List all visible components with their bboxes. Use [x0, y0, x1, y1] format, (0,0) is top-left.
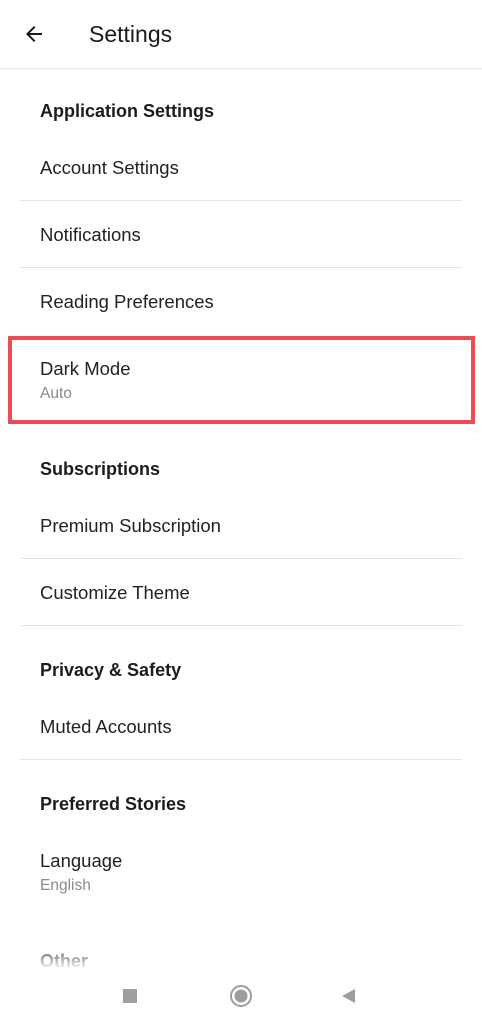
divider	[20, 625, 462, 626]
account-settings-label: Account Settings	[40, 157, 179, 178]
section-header-subscriptions: Subscriptions	[40, 459, 161, 479]
premium-subscription-item[interactable]: Premium Subscription	[20, 506, 462, 558]
system-nav-bar	[0, 968, 482, 1024]
page-title: Settings	[89, 21, 173, 47]
muted-accounts-label: Muted Accounts	[40, 716, 172, 737]
notifications-item[interactable]: Notifications	[20, 215, 462, 267]
dark-mode-value: Auto	[40, 385, 72, 402]
square-icon	[123, 989, 137, 1003]
reading-preferences-label: Reading Preferences	[40, 291, 214, 312]
section-header-application: Application Settings	[40, 101, 215, 121]
language-label: Language	[40, 850, 123, 871]
customize-theme-item[interactable]: Customize Theme	[20, 573, 462, 625]
muted-accounts-item[interactable]: Muted Accounts	[20, 707, 462, 759]
notifications-label: Notifications	[40, 224, 141, 245]
language-value: English	[40, 877, 91, 894]
divider	[20, 200, 462, 201]
language-item[interactable]: Language English	[20, 838, 462, 904]
dark-mode-item[interactable]: Dark Mode Auto	[20, 340, 462, 416]
customize-theme-label: Customize Theme	[40, 582, 190, 603]
nav-back-button[interactable]	[326, 976, 370, 1016]
account-settings-item[interactable]: Account Settings	[20, 148, 462, 200]
premium-subscription-label: Premium Subscription	[40, 515, 221, 536]
divider	[20, 267, 462, 268]
arrow-left-icon	[26, 26, 42, 42]
recents-button[interactable]	[108, 976, 152, 1016]
triangle-back-icon	[342, 989, 355, 1003]
back-button[interactable]	[14, 14, 54, 54]
section-header-stories: Preferred Stories	[40, 794, 187, 814]
dark-mode-label: Dark Mode	[40, 358, 131, 379]
divider	[20, 759, 462, 760]
settings-screen: Settings Application Settings Account Se…	[0, 0, 482, 1024]
reading-preferences-item[interactable]: Reading Preferences	[20, 282, 462, 334]
section-header-privacy: Privacy & Safety	[40, 660, 182, 680]
home-button[interactable]	[219, 976, 263, 1016]
app-bar: Settings	[0, 0, 482, 69]
divider	[20, 558, 462, 559]
circle-home-icon	[230, 985, 252, 1007]
